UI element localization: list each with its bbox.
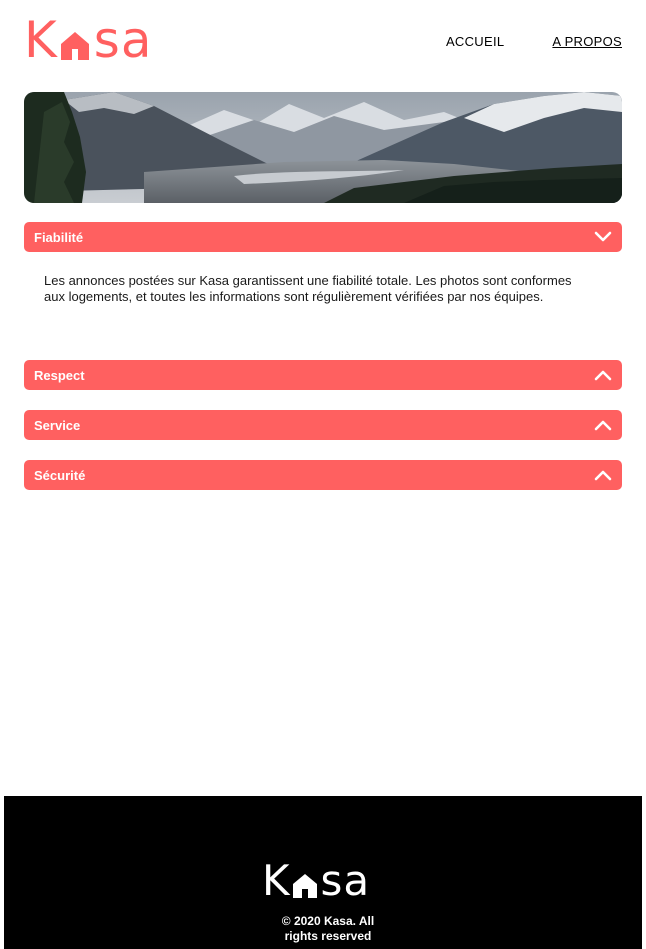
collapse-header-securite[interactable]: Sécurité: [24, 460, 622, 490]
chevron-up-icon[interactable]: [594, 419, 612, 431]
collapse-title: Fiabilité: [34, 229, 84, 245]
kasa-logo[interactable]: K sa: [24, 11, 153, 69]
copyright-line-1: © 2020 Kasa. All: [281, 914, 375, 928]
copyright-line-2: rights reserved: [284, 929, 372, 943]
mountain-landscape-image: [24, 92, 622, 203]
logo-letters-sa: sa: [320, 856, 371, 905]
copyright-text: © 2020 Kasa. All rights reserved: [268, 914, 388, 944]
nav-link-accueil[interactable]: ACCUEIL: [446, 34, 504, 49]
collapse-header-respect[interactable]: Respect: [24, 360, 622, 390]
logo-letter-k: K: [24, 11, 58, 69]
nav-link-a-propos[interactable]: A PROPOS: [552, 34, 622, 49]
collapse-header-service[interactable]: Service: [24, 410, 622, 440]
about-banner: [24, 92, 622, 203]
site-footer: K sa © 2020 Kasa. All rights reserved: [4, 796, 642, 949]
footer-kasa-logo: K sa: [262, 860, 370, 902]
collapse-title: Sécurité: [34, 467, 86, 483]
chevron-down-icon[interactable]: [594, 231, 612, 243]
logo-letter-k: K: [262, 856, 291, 905]
collapse-title: Respect: [34, 367, 85, 383]
house-icon: [291, 861, 319, 901]
main-nav: ACCUEIL A PROPOS: [446, 34, 622, 49]
logo-letters-sa: sa: [93, 11, 153, 69]
site-header: K sa ACCUEIL A PROPOS: [24, 11, 622, 69]
collapse-body-fiabilite: Les annonces postées sur Kasa garantisse…: [44, 273, 572, 304]
house-icon: [58, 16, 92, 64]
chevron-up-icon[interactable]: [594, 469, 612, 481]
page: K sa ACCUEIL A PROPOS Fiabilité Les anno…: [0, 0, 646, 949]
chevron-up-icon[interactable]: [594, 369, 612, 381]
collapse-header-fiabilite[interactable]: Fiabilité: [24, 222, 622, 252]
collapse-title: Service: [34, 417, 81, 433]
